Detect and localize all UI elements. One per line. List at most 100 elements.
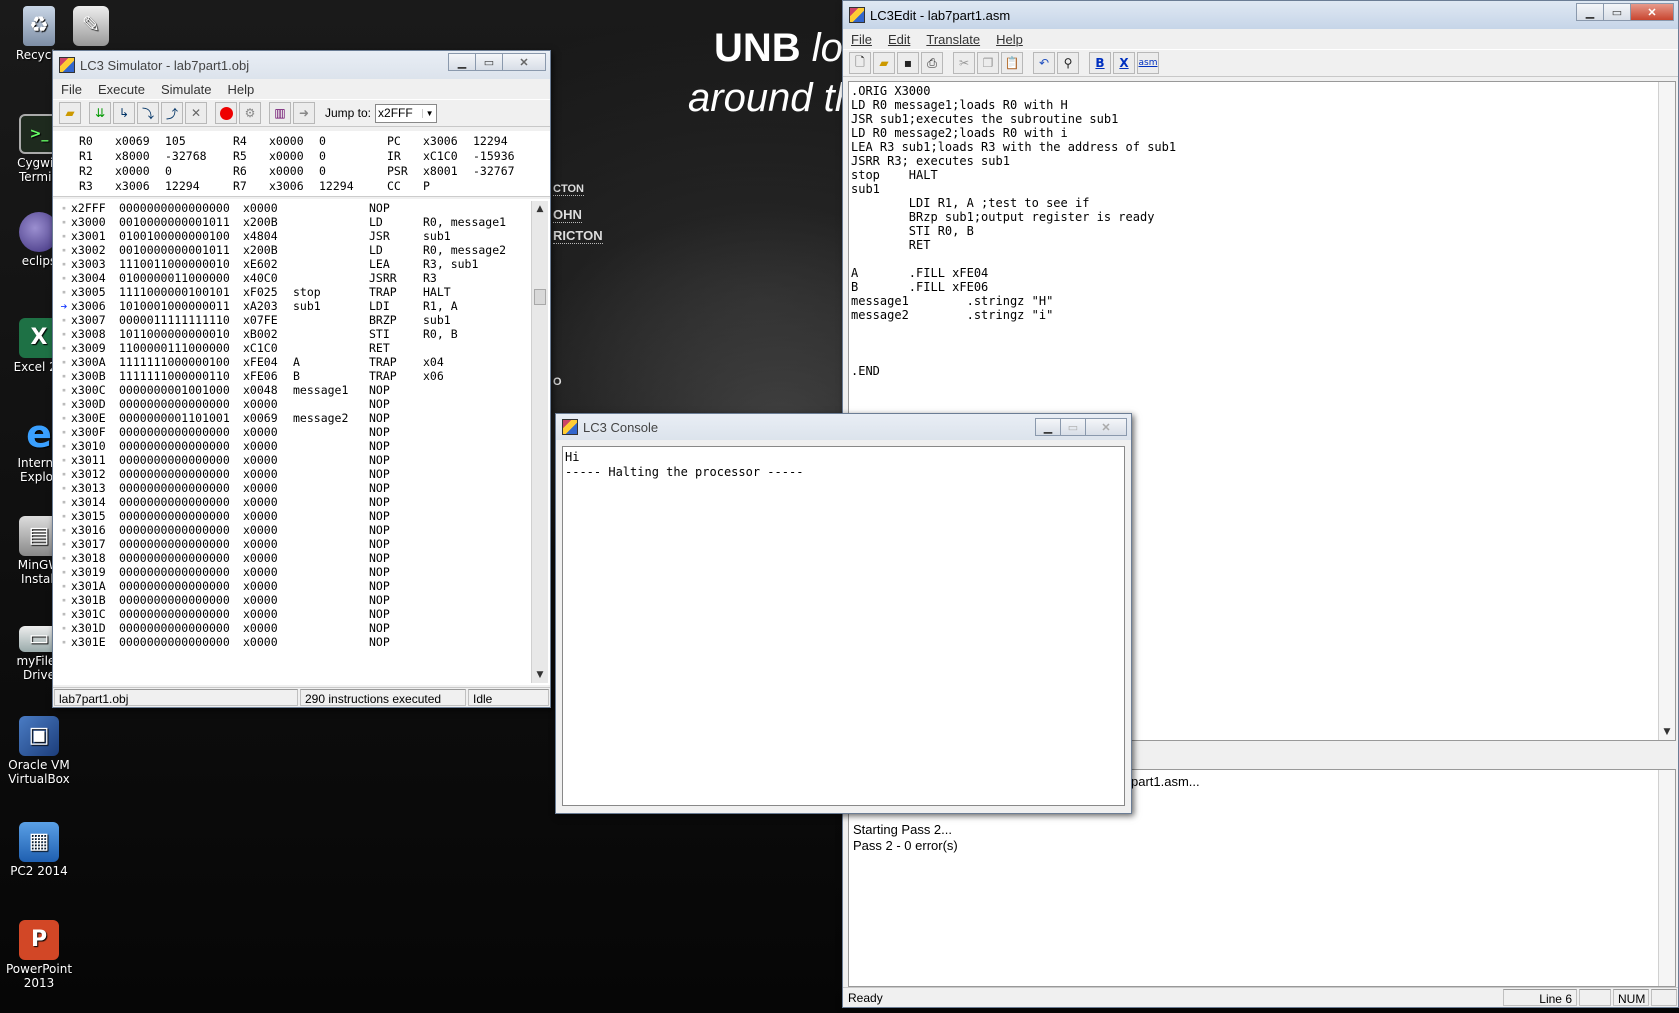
close-button[interactable]: ✕	[1085, 418, 1127, 436]
menu-help[interactable]: Help	[988, 32, 1031, 47]
minimize-button[interactable]: ▁	[1035, 418, 1061, 436]
menu-file[interactable]: File	[843, 32, 880, 47]
save-icon[interactable]: ▪	[897, 52, 919, 74]
scroll-down-arrow[interactable]: ▼	[1659, 724, 1675, 740]
close-button[interactable]: ✕	[502, 53, 546, 71]
breakpoint-manager-icon[interactable]: ⚙	[239, 102, 261, 124]
breakpoint-marker-icon[interactable]: ▪	[57, 201, 71, 215]
memory-row[interactable]: ▪ x300F 0000000000000000 x0000 NOP	[57, 425, 533, 439]
copy-icon[interactable]: ❐	[977, 52, 999, 74]
breakpoint-marker-icon[interactable]: ▪	[57, 607, 71, 621]
assemble-b-icon[interactable]: B	[1089, 52, 1111, 74]
undo-icon[interactable]: ↶	[1033, 52, 1055, 74]
memory-row[interactable]: ▪ x300D 0000000000000000 x0000 NOP	[57, 397, 533, 411]
breakpoint-marker-icon[interactable]: ▪	[57, 369, 71, 383]
memory-row[interactable]: ▪ x300B 1111111000000110 xFE06 B TRAP x06	[57, 369, 533, 383]
memory-row[interactable]: ▪ x3003 1110011000000010 xE602 LEA R3, sub1	[57, 257, 533, 271]
console-output[interactable]: Hi ----- Halting the processor -----	[562, 446, 1125, 806]
print-icon[interactable]: ⎙	[921, 52, 943, 74]
memory-row[interactable]: ▪ x3007 0000011111111110 x07FE BRZP sub1	[57, 313, 533, 327]
desktop-icon-virtualbox[interactable]: ▣ Oracle VM VirtualBox	[0, 716, 78, 786]
breakpoint-marker-icon[interactable]: ▪	[57, 537, 71, 551]
paste-icon[interactable]: 📋	[1001, 52, 1023, 74]
breakpoint-marker-icon[interactable]: ▪	[57, 621, 71, 635]
menu-simulate[interactable]: Simulate	[153, 82, 220, 97]
memory-row[interactable]: ▪ x300A 1111111000000100 xFE04 A TRAP x04	[57, 355, 533, 369]
breakpoint-marker-icon[interactable]: ▪	[57, 635, 71, 649]
new-file-icon[interactable]: 🗋	[849, 52, 871, 74]
breakpoint-icon[interactable]	[215, 102, 237, 124]
pc-arrow-icon[interactable]: ➔	[57, 299, 71, 313]
desktop-icon-shortcut[interactable]: ✎	[52, 6, 130, 48]
scroll-thumb[interactable]	[534, 289, 546, 305]
breakpoint-marker-icon[interactable]: ▪	[57, 453, 71, 467]
breakpoint-marker-icon[interactable]: ▪	[57, 439, 71, 453]
breakpoint-marker-icon[interactable]: ▪	[57, 341, 71, 355]
lc3edit-titlebar[interactable]: LC3Edit - lab7part1.asm ▁ ▭ ✕	[843, 1, 1678, 29]
find-icon[interactable]: ⚲	[1057, 52, 1079, 74]
cut-icon[interactable]: ✂	[953, 52, 975, 74]
memory-row[interactable]: ▪ x300E 0000000001101001 x0069 message2 NOP	[57, 411, 533, 425]
jump-to-combobox[interactable]: x2FFF ▼	[375, 103, 438, 123]
memory-row[interactable]: ▪ x3013 0000000000000000 x0000 NOP	[57, 481, 533, 495]
memory-row[interactable]: ▪ x3004 0100000011000000 x40C0 JSRR R3	[57, 271, 533, 285]
memory-row[interactable]: ▪ x3005 1111000000100101 xF025 stop TRAP HALT	[57, 285, 533, 299]
memory-row[interactable]: ▪ x301D 0000000000000000 x0000 NOP	[57, 621, 533, 635]
breakpoint-marker-icon[interactable]: ▪	[57, 327, 71, 341]
breakpoint-marker-icon[interactable]: ▪	[57, 383, 71, 397]
minimize-button[interactable]: ▁	[448, 53, 476, 71]
breakpoint-marker-icon[interactable]: ▪	[57, 397, 71, 411]
memory-row[interactable]: ▪ x3010 0000000000000000 x0000 NOP	[57, 439, 533, 453]
code-scrollbar[interactable]: ▼	[1658, 82, 1675, 740]
breakpoint-marker-icon[interactable]: ▪	[57, 481, 71, 495]
stop-icon[interactable]: ✕	[185, 102, 207, 124]
memory-scrollbar[interactable]: ▲ ▼	[531, 201, 548, 683]
desktop-icon-pc2[interactable]: ▦ PC2 2014	[0, 822, 78, 878]
breakpoint-marker-icon[interactable]: ▪	[57, 313, 71, 327]
run-icon[interactable]: ⇊	[89, 102, 111, 124]
minimize-button[interactable]: ▁	[1576, 3, 1604, 21]
breakpoint-marker-icon[interactable]: ▪	[57, 411, 71, 425]
breakpoint-marker-icon[interactable]: ▪	[57, 229, 71, 243]
memory-row[interactable]: ▪ x3018 0000000000000000 x0000 NOP	[57, 551, 533, 565]
menu-translate[interactable]: Translate	[918, 32, 988, 47]
breakpoint-marker-icon[interactable]: ▪	[57, 579, 71, 593]
step-out-icon[interactable]: ⤴	[161, 102, 183, 124]
menu-file[interactable]: File	[53, 82, 90, 97]
step-over-icon[interactable]: ↳	[113, 102, 135, 124]
open-folder-icon[interactable]: ▰	[873, 52, 895, 74]
memory-row[interactable]: ▪ x3000 0010000000001011 x200B LD R0, message…	[57, 215, 533, 229]
breakpoint-marker-icon[interactable]: ▪	[57, 243, 71, 257]
scroll-up-arrow[interactable]: ▲	[532, 201, 548, 217]
maximize-button[interactable]: ▭	[1603, 3, 1631, 21]
console-icon[interactable]: ▥	[269, 102, 291, 124]
breakpoint-marker-icon[interactable]: ▪	[57, 551, 71, 565]
memory-row[interactable]: ▪ x3015 0000000000000000 x0000 NOP	[57, 509, 533, 523]
memory-row[interactable]: ▪ x3008 1011000000000010 xB002 STI R0, B	[57, 327, 533, 341]
memory-row[interactable]: ▪ x301E 0000000000000000 x0000 NOP	[57, 635, 533, 649]
memory-row[interactable]: ▪ x3019 0000000000000000 x0000 NOP	[57, 565, 533, 579]
breakpoint-marker-icon[interactable]: ▪	[57, 257, 71, 271]
memory-row[interactable]: ▪ x300C 0000000001001000 x0048 message1 NOP	[57, 383, 533, 397]
open-folder-icon[interactable]: ▰	[59, 102, 81, 124]
breakpoint-marker-icon[interactable]: ▪	[57, 495, 71, 509]
memory-panel[interactable]: ▪ x2FFF 0000000000000000 x0000 NOP ▪ x3000 0010…	[53, 199, 550, 685]
simulator-titlebar[interactable]: LC3 Simulator - lab7part1.obj ▁ ▭ ✕	[53, 51, 550, 79]
memory-row[interactable]: ➔ x3006 1010001000000011 xA203 sub1 LDI R1, A	[57, 299, 533, 313]
menu-edit[interactable]: Edit	[880, 32, 918, 47]
assemble-asm-icon[interactable]: asm	[1137, 52, 1159, 74]
breakpoint-marker-icon[interactable]: ▪	[57, 523, 71, 537]
breakpoint-marker-icon[interactable]: ▪	[57, 467, 71, 481]
output-scrollbar[interactable]	[1658, 770, 1675, 986]
scroll-down-arrow[interactable]: ▼	[532, 667, 548, 683]
breakpoint-marker-icon[interactable]: ▪	[57, 271, 71, 285]
memory-row[interactable]: ▪ x3012 0000000000000000 x0000 NOP	[57, 467, 533, 481]
memory-row[interactable]: ▪ x301C 0000000000000000 x0000 NOP	[57, 607, 533, 621]
memory-row[interactable]: ▪ x301B 0000000000000000 x0000 NOP	[57, 593, 533, 607]
breakpoint-marker-icon[interactable]: ▪	[57, 565, 71, 579]
breakpoint-marker-icon[interactable]: ▪	[57, 355, 71, 369]
menu-help[interactable]: Help	[220, 82, 263, 97]
breakpoint-marker-icon[interactable]: ▪	[57, 509, 71, 523]
console-titlebar[interactable]: LC3 Console ▁ ▭ ✕	[556, 414, 1131, 440]
maximize-button[interactable]: ▭	[1060, 418, 1086, 436]
